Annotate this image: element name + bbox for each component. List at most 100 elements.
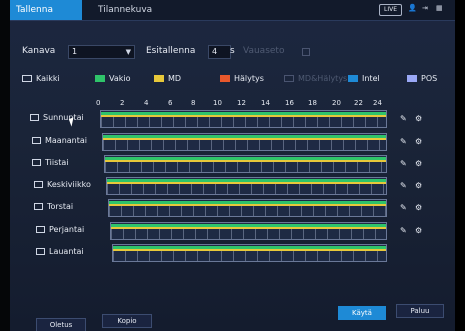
hour-label: 14	[261, 99, 270, 107]
hour-label: 4	[144, 99, 149, 107]
hour-label: 22	[354, 99, 363, 107]
checkbox-icon	[30, 114, 39, 121]
timeline-bar[interactable]	[110, 222, 387, 240]
hour-grid	[105, 162, 386, 172]
timeline-bar[interactable]	[112, 244, 387, 262]
edit-icon[interactable]: ✎	[400, 159, 407, 168]
day-label[interactable]: Torstai	[34, 202, 73, 211]
channel-value: 1	[72, 47, 78, 56]
pre-record-input[interactable]: 4	[208, 45, 231, 59]
dvr-record-schedule-screen: Tallenna Tilannekuva LIVE 👤 ⇥ ▦ Kanava 1…	[10, 0, 455, 331]
day-label[interactable]: Tiistai	[32, 158, 69, 167]
timeline-bar[interactable]	[102, 133, 387, 151]
pos-swatch	[407, 75, 417, 82]
legend-intel-label: Intel	[362, 74, 380, 83]
exit-icon[interactable]: ⇥	[422, 4, 428, 12]
day-label[interactable]: Lauantai	[36, 247, 84, 256]
tab-record[interactable]: Tallenna	[10, 0, 82, 20]
legend-md[interactable]: MD	[154, 74, 181, 83]
redundancy-label: Vauaseto	[243, 46, 285, 56]
hour-label: 18	[308, 99, 317, 107]
hour-label: 10	[213, 99, 222, 107]
hour-grid	[113, 251, 386, 261]
schedule-row-thursday: Torstai ✎ ⚙	[10, 197, 455, 219]
edit-icon[interactable]: ✎	[400, 226, 407, 235]
pre-record-unit: s	[230, 46, 235, 56]
legend-regular[interactable]: Vakio	[95, 74, 131, 83]
gear-icon[interactable]: ⚙	[415, 159, 422, 168]
edit-icon[interactable]: ✎	[400, 137, 407, 146]
edit-icon[interactable]: ✎	[400, 181, 407, 190]
legend-md-alarm[interactable]: MD&Hälytys	[284, 74, 347, 83]
day-label[interactable]: Perjantai	[36, 225, 84, 234]
default-button[interactable]: Oletus	[36, 318, 86, 331]
legend-alarm[interactable]: Hälytys	[220, 74, 264, 83]
hour-label: 6	[168, 99, 173, 107]
gear-icon[interactable]: ⚙	[415, 181, 422, 190]
monitor-bezel-left	[0, 0, 10, 331]
alarm-swatch	[220, 75, 230, 82]
schedule-row-wednesday: Keskiviikko ✎ ⚙	[10, 175, 455, 197]
legend-pos[interactable]: POS	[407, 74, 437, 83]
schedule-row-sunday: Sunnuntai ✎ ⚙	[10, 108, 455, 130]
schedule-row-tuesday: Tiistai ✎ ⚙	[10, 153, 455, 175]
day-name: Perjantai	[49, 225, 85, 234]
regular-swatch	[95, 75, 105, 82]
redundancy-checkbox[interactable]	[302, 48, 310, 56]
intel-swatch	[348, 75, 358, 82]
gear-icon[interactable]: ⚙	[415, 203, 422, 212]
gear-icon[interactable]: ⚙	[415, 137, 422, 146]
gear-icon[interactable]: ⚙	[415, 226, 422, 235]
checkbox-icon	[284, 75, 294, 82]
top-bar: Tallenna Tilannekuva LIVE 👤 ⇥ ▦	[10, 0, 455, 21]
timeline-bar[interactable]	[100, 110, 387, 128]
checkbox-icon	[34, 203, 43, 210]
checkbox-icon	[36, 248, 45, 255]
day-label[interactable]: Keskiviikko	[34, 180, 91, 189]
back-button[interactable]: Paluu	[396, 304, 444, 318]
day-name: Tiistai	[45, 158, 69, 167]
checkbox-icon	[32, 159, 41, 166]
pre-record-label: Esitallenna	[146, 46, 196, 56]
md-swatch	[154, 75, 164, 82]
hour-label: 8	[191, 99, 196, 107]
day-name: Lauantai	[49, 247, 84, 256]
copy-button[interactable]: Kopio	[102, 314, 152, 328]
chevron-down-icon: ▼	[125, 48, 131, 56]
hour-grid	[109, 206, 386, 216]
hour-grid	[101, 117, 386, 127]
timeline-bar[interactable]	[108, 199, 387, 217]
timeline-bar[interactable]	[104, 155, 387, 173]
edit-icon[interactable]: ✎	[400, 203, 407, 212]
checkbox-icon	[32, 137, 41, 144]
day-name: Keskiviikko	[47, 180, 91, 189]
timeline-bar[interactable]	[106, 177, 387, 195]
user-icon[interactable]: 👤	[408, 4, 417, 12]
legend-pos-label: POS	[421, 74, 438, 83]
legend-md-label: MD	[168, 74, 182, 83]
tab-snapshot[interactable]: Tilannekuva	[92, 0, 184, 20]
gear-icon[interactable]: ⚙	[415, 114, 422, 123]
day-name: Torstai	[47, 202, 74, 211]
hour-label: 24	[373, 99, 382, 107]
channel-select[interactable]: 1 ▼	[68, 45, 135, 59]
hour-label: 20	[332, 99, 341, 107]
apply-button[interactable]: Käytä	[338, 306, 386, 320]
channel-label: Kanava	[22, 46, 56, 56]
channel-controls: Kanava 1 ▼ Esitallenna 4 s Vauaseto	[10, 44, 455, 60]
monitor-bezel-right	[455, 0, 465, 331]
day-label[interactable]: Maanantai	[32, 136, 87, 145]
legend-all-label: Kaikki	[36, 74, 60, 83]
legend-md-alarm-label: MD&Hälytys	[298, 74, 348, 83]
legend-alarm-label: Hälytys	[234, 74, 264, 83]
legend-intel[interactable]: Intel	[348, 74, 380, 83]
hour-grid	[111, 229, 386, 239]
grid-icon[interactable]: ▦	[436, 4, 443, 12]
hour-label: 2	[120, 99, 125, 107]
checkbox-icon	[36, 226, 45, 233]
live-button[interactable]: LIVE	[379, 4, 403, 16]
legend-all[interactable]: Kaikki	[22, 74, 60, 83]
legend: Kaikki Vakio MD Hälytys MD&Hälytys Intel…	[10, 72, 455, 86]
edit-icon[interactable]: ✎	[400, 114, 407, 123]
day-label[interactable]: Sunnuntai	[30, 113, 84, 122]
